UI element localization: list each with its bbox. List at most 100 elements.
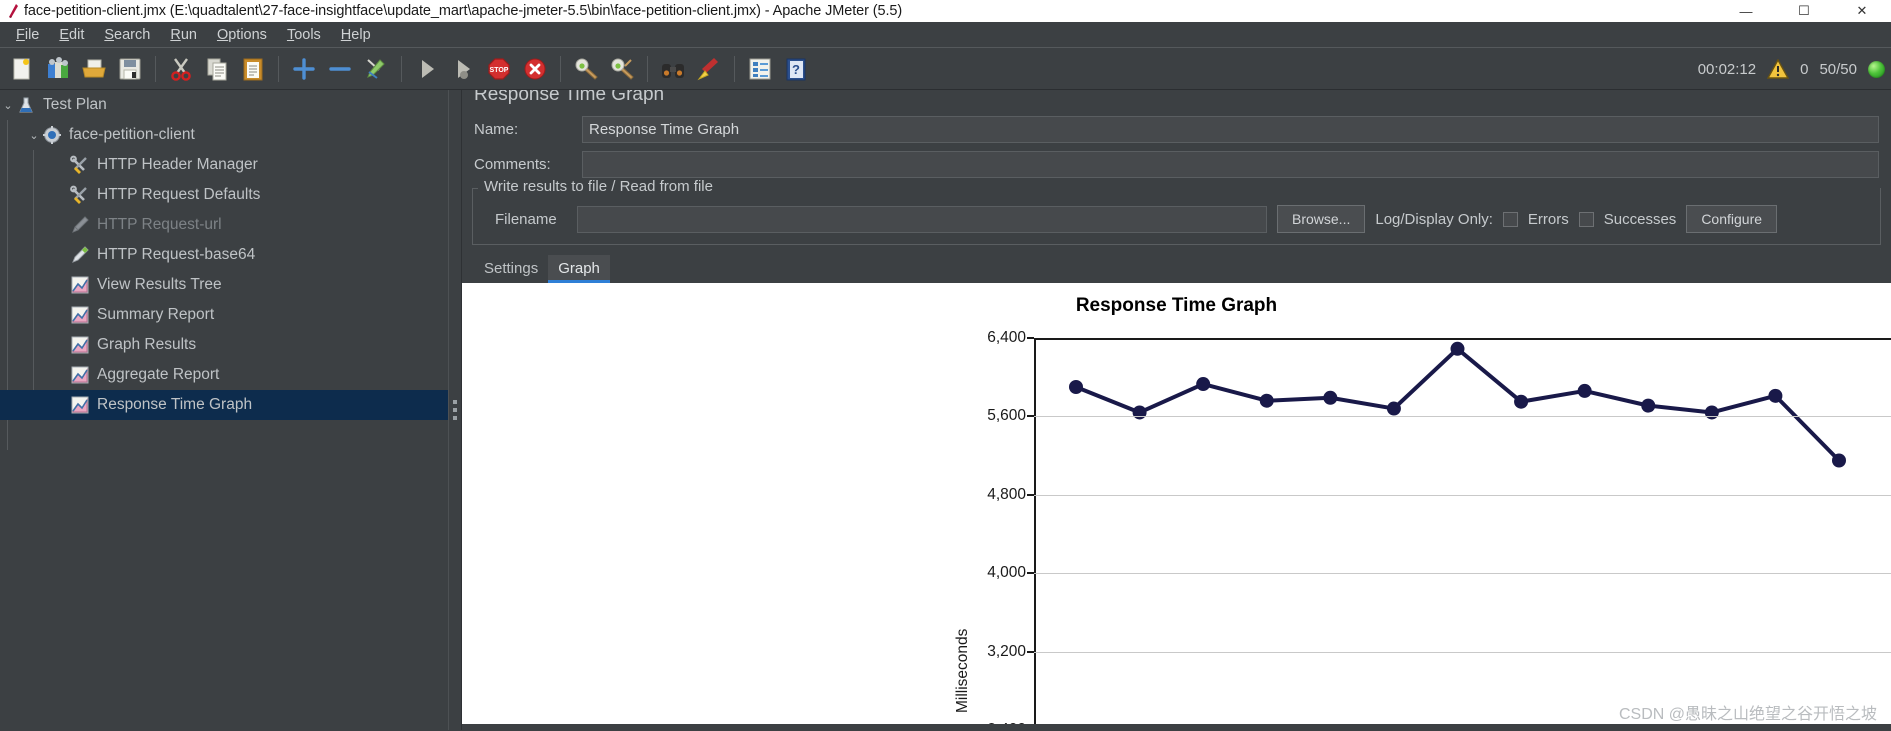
clear-button[interactable] bbox=[570, 53, 602, 85]
menu-run-rest: un bbox=[180, 26, 197, 43]
search-button[interactable] bbox=[657, 53, 689, 85]
tree-node-http-request-defaults[interactable]: HTTP Request Defaults bbox=[0, 180, 448, 210]
warning-triangle-icon[interactable] bbox=[1767, 59, 1790, 79]
help-button[interactable]: ? bbox=[780, 53, 812, 85]
new-button[interactable] bbox=[6, 53, 38, 85]
config-tools-icon bbox=[70, 155, 90, 175]
menu-run-mnemonic: R bbox=[170, 26, 181, 43]
reset-search-button[interactable] bbox=[693, 53, 725, 85]
browse-button[interactable]: Browse... bbox=[1277, 205, 1366, 233]
data-point[interactable] bbox=[1768, 388, 1783, 403]
minimize-button[interactable]: — bbox=[1717, 0, 1775, 22]
response-time-chart[interactable]: Response Time Graph Milliseconds 6,400 5,… bbox=[462, 283, 1891, 730]
cut-button[interactable] bbox=[165, 53, 197, 85]
close-button[interactable]: ✕ bbox=[1833, 0, 1891, 22]
toolbar-separator-2 bbox=[278, 55, 279, 82]
start-no-pauses-button[interactable] bbox=[447, 53, 479, 85]
filename-row: Filename Browse... Log/Display Only: Err… bbox=[479, 202, 1874, 236]
data-point[interactable] bbox=[1450, 341, 1465, 356]
tree-node-view-results-tree[interactable]: View Results Tree bbox=[0, 270, 448, 300]
data-point[interactable] bbox=[1069, 380, 1083, 394]
templates-button[interactable] bbox=[42, 53, 74, 85]
menu-edit[interactable]: Edit bbox=[49, 24, 94, 46]
data-point[interactable] bbox=[1386, 401, 1401, 416]
comments-input[interactable] bbox=[582, 151, 1879, 178]
series-line bbox=[1075, 346, 1841, 462]
configure-button[interactable]: Configure bbox=[1686, 205, 1778, 233]
function-helper-button[interactable] bbox=[744, 53, 776, 85]
menu-edit-rest: dit bbox=[69, 26, 85, 43]
data-point[interactable] bbox=[1323, 390, 1338, 405]
save-button[interactable] bbox=[114, 53, 146, 85]
y-tick-mark bbox=[1027, 493, 1034, 496]
help-book-icon: ? bbox=[786, 58, 806, 80]
paste-button[interactable] bbox=[237, 53, 269, 85]
successes-checkbox[interactable] bbox=[1578, 211, 1594, 227]
listener-chart-icon bbox=[70, 305, 90, 325]
clear-all-button[interactable] bbox=[606, 53, 638, 85]
splitter-grip-icon[interactable] bbox=[453, 400, 457, 420]
pane-splitter[interactable] bbox=[448, 90, 462, 730]
tree-label: face-petition-client bbox=[69, 126, 195, 143]
expand-all-button[interactable] bbox=[288, 53, 320, 85]
data-point[interactable] bbox=[1832, 453, 1846, 468]
name-row: Name: bbox=[462, 112, 1891, 147]
tree-node-aggregate-report[interactable]: Aggregate Report bbox=[0, 360, 448, 390]
y-tick-mark bbox=[1027, 572, 1034, 575]
menu-tools[interactable]: Tools bbox=[277, 24, 331, 46]
svg-text:?: ? bbox=[792, 62, 800, 77]
stop-sign-icon: STOP bbox=[488, 57, 510, 80]
filename-input[interactable] bbox=[577, 205, 1267, 233]
filename-label: Filename bbox=[495, 210, 557, 228]
menu-options-rest: ptions bbox=[228, 26, 267, 43]
menu-file[interactable]: File bbox=[6, 24, 49, 46]
tree-label: Graph Results bbox=[97, 336, 197, 353]
stop-button[interactable]: STOP bbox=[483, 53, 515, 85]
tree-node-http-header-manager[interactable]: HTTP Header Manager bbox=[0, 150, 448, 180]
plot-area: 6,4005,6004,8004,0003,2002,400 bbox=[987, 329, 1891, 730]
tree-node-graph-results[interactable]: Graph Results bbox=[0, 330, 448, 360]
warning-count: 0 bbox=[1800, 60, 1809, 78]
data-point[interactable] bbox=[1196, 377, 1211, 392]
save-disk-icon bbox=[119, 58, 141, 79]
tree-node-face-petition-client[interactable]: ⌄ face-petition-client bbox=[0, 120, 448, 150]
scissors-icon bbox=[171, 57, 191, 81]
function-list-icon bbox=[749, 58, 771, 79]
data-point[interactable] bbox=[1641, 398, 1656, 413]
listener-chart-icon bbox=[70, 365, 90, 385]
data-point[interactable] bbox=[1259, 393, 1274, 408]
tab-graph[interactable]: Graph bbox=[548, 255, 610, 283]
config-tools-icon bbox=[70, 185, 90, 205]
chevron-down-icon[interactable]: ⌄ bbox=[0, 99, 16, 112]
copy-button[interactable] bbox=[201, 53, 233, 85]
tab-settings[interactable]: Settings bbox=[474, 255, 548, 283]
window-title: face-petition-client.jmx (E:\quadtalent\… bbox=[24, 3, 903, 19]
menu-options[interactable]: Options bbox=[207, 24, 277, 46]
log-display-only-label: Log/Display Only: bbox=[1375, 210, 1493, 228]
errors-checkbox[interactable] bbox=[1502, 211, 1518, 227]
tree-node-http-request-base64[interactable]: HTTP Request-base64 bbox=[0, 240, 448, 270]
tree-node-test-plan[interactable]: ⌄ Test Plan bbox=[0, 90, 448, 120]
tree-node-response-time-graph[interactable]: Response Time Graph bbox=[0, 390, 448, 420]
menu-run[interactable]: Run bbox=[160, 24, 207, 46]
start-button[interactable] bbox=[411, 53, 443, 85]
chevron-down-icon[interactable]: ⌄ bbox=[26, 129, 42, 142]
toolbar-separator-1 bbox=[155, 55, 156, 82]
test-plan-tree[interactable]: ⌄ Test Plan ⌄ face-petition-client HTTP … bbox=[0, 90, 448, 730]
shutdown-button[interactable] bbox=[519, 53, 551, 85]
data-point[interactable] bbox=[1514, 394, 1529, 409]
menu-search[interactable]: Search bbox=[94, 24, 160, 46]
menu-edit-mnemonic: E bbox=[59, 26, 70, 43]
tree-node-http-request-url[interactable]: HTTP Request-url bbox=[0, 210, 448, 240]
toggle-button[interactable] bbox=[360, 53, 392, 85]
open-button[interactable] bbox=[78, 53, 110, 85]
tree-node-summary-report[interactable]: Summary Report bbox=[0, 300, 448, 330]
name-input[interactable] bbox=[582, 116, 1879, 143]
gridline bbox=[1034, 338, 1891, 340]
data-point[interactable] bbox=[1577, 383, 1592, 398]
maximize-button[interactable]: ☐ bbox=[1775, 0, 1833, 22]
menu-help[interactable]: Help bbox=[331, 24, 381, 46]
collapse-all-button[interactable] bbox=[324, 53, 356, 85]
shutdown-x-icon bbox=[524, 58, 546, 79]
jmeter-feather-icon bbox=[4, 2, 24, 20]
